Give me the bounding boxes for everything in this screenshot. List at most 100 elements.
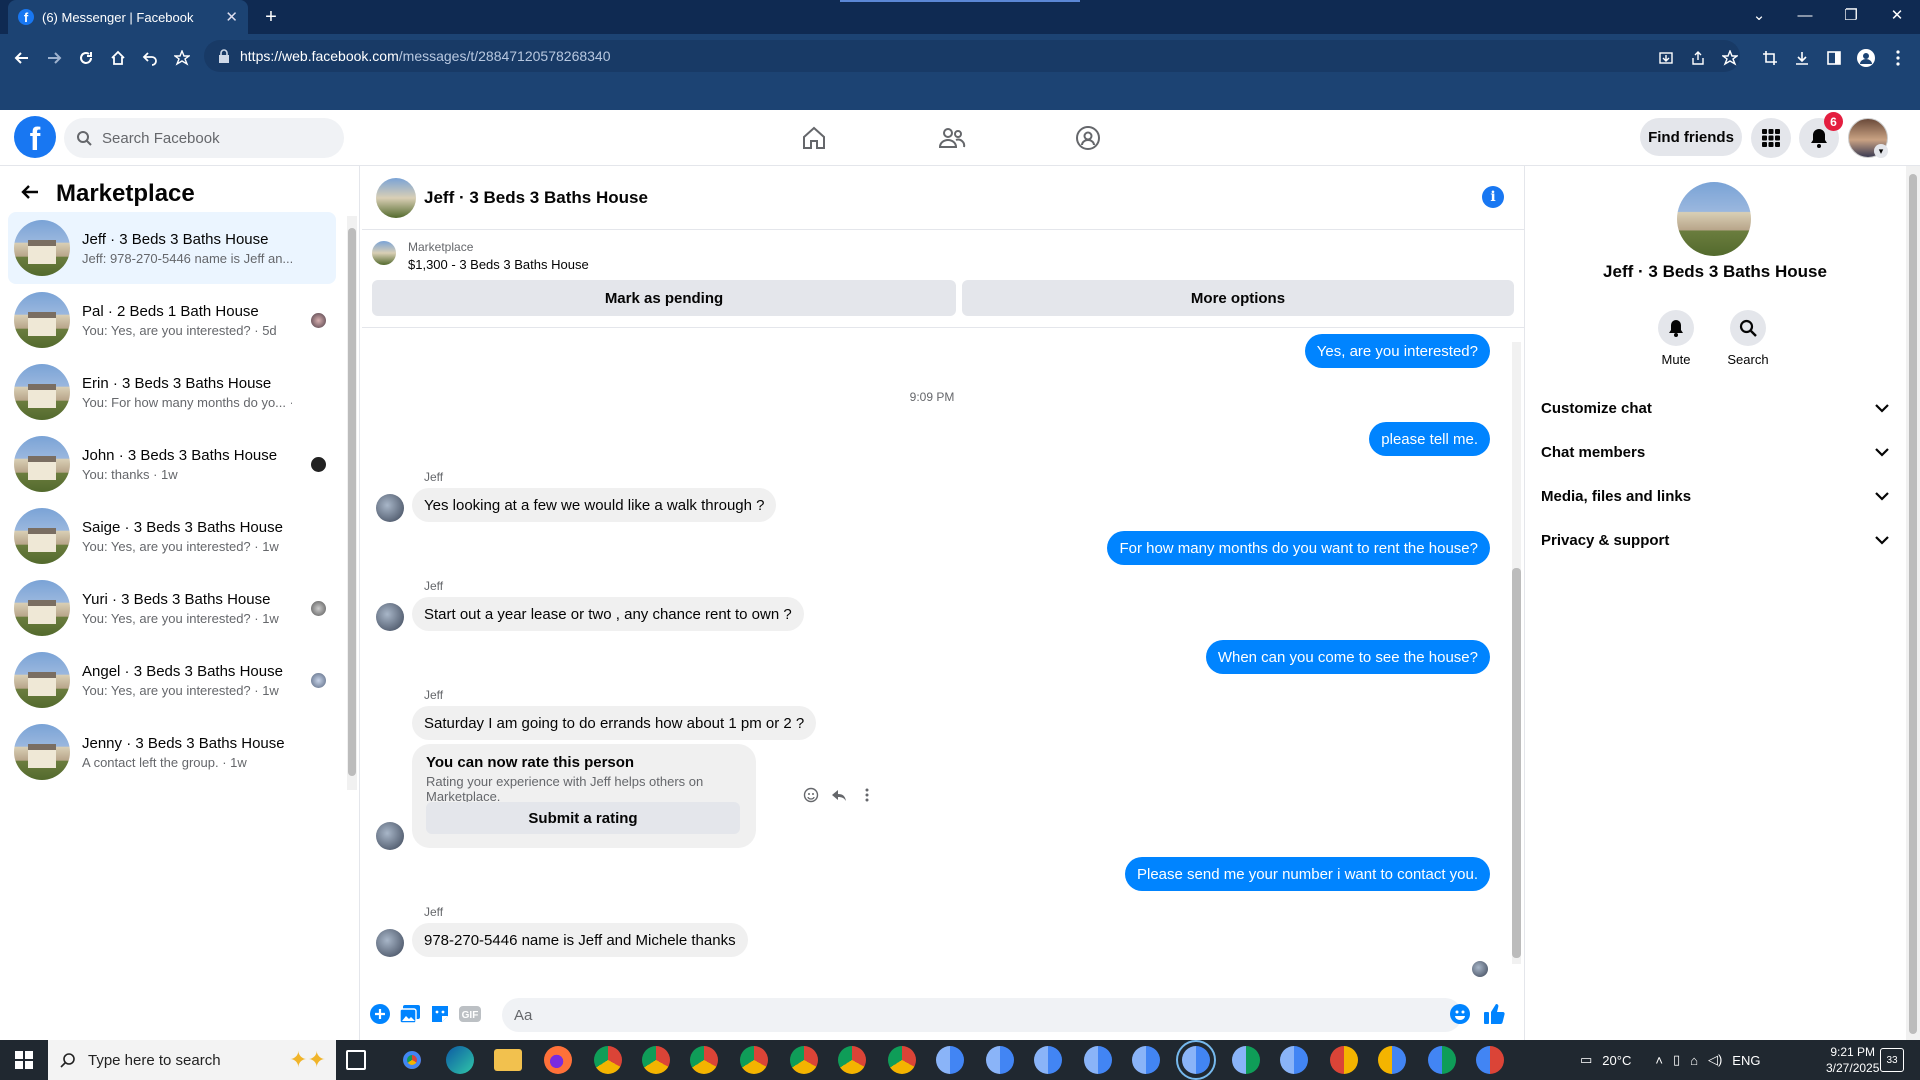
share-icon[interactable] bbox=[1684, 44, 1712, 72]
firefox-app-icon[interactable] bbox=[544, 1046, 572, 1074]
task-view-icon[interactable] bbox=[346, 1050, 366, 1070]
friends-nav-button[interactable] bbox=[932, 120, 972, 156]
screenshot-crop-icon[interactable] bbox=[1756, 44, 1784, 72]
minimize-button[interactable]: — bbox=[1782, 0, 1828, 30]
listing-price-title[interactable]: $1,300 - 3 Beds 3 Baths House bbox=[408, 257, 589, 272]
chrome-profile-icon[interactable] bbox=[1330, 1046, 1358, 1074]
chat-item-yuri[interactable]: Yuri · 3 Beds 3 Baths House You: Yes, ar… bbox=[8, 572, 336, 644]
scrollbar-thumb[interactable] bbox=[1512, 568, 1521, 958]
weather-icon[interactable]: ▭ bbox=[1580, 1052, 1592, 1068]
outgoing-message[interactable]: Please send me your number i want to con… bbox=[1124, 857, 1490, 891]
back-button[interactable] bbox=[8, 44, 36, 72]
undo-button[interactable] bbox=[136, 44, 164, 72]
chat-item-jeff[interactable]: Jeff · 3 Beds 3 Baths House Jeff: 978-27… bbox=[8, 212, 336, 284]
chrome-profile-icon[interactable] bbox=[790, 1046, 818, 1074]
battery-icon[interactable]: ▯ bbox=[1673, 1052, 1680, 1068]
browser-tab-active[interactable]: f (6) Messenger | Facebook ✕ bbox=[8, 0, 248, 34]
incoming-message[interactable]: Yes looking at a few we would like a wal… bbox=[412, 488, 777, 522]
privacy-support-section[interactable]: Privacy & support bbox=[1541, 522, 1889, 558]
file-explorer-icon[interactable] bbox=[494, 1049, 522, 1071]
chrome-profile-icon[interactable] bbox=[642, 1046, 670, 1074]
sender-avatar[interactable] bbox=[376, 603, 404, 631]
listing-thumbnail[interactable] bbox=[372, 241, 396, 265]
chat-item-jenny[interactable]: Jenny · 3 Beds 3 Baths House A contact l… bbox=[8, 716, 336, 788]
downloads-icon[interactable] bbox=[1788, 44, 1816, 72]
incoming-message[interactable]: Saturday I am going to do errands how ab… bbox=[412, 706, 817, 740]
reload-button[interactable] bbox=[72, 44, 100, 72]
chrome-profile-icon[interactable] bbox=[740, 1046, 768, 1074]
more-actions-icon[interactable] bbox=[856, 784, 878, 806]
windows-start-icon[interactable] bbox=[0, 1040, 48, 1080]
account-chevron-icon[interactable]: ▾ bbox=[1874, 144, 1888, 158]
install-app-icon[interactable] bbox=[1652, 44, 1680, 72]
chat-item-saige[interactable]: Saige · 3 Beds 3 Baths House You: Yes, a… bbox=[8, 500, 336, 572]
page-scrollbar[interactable] bbox=[1906, 166, 1920, 1040]
incoming-message[interactable]: 978-270-5446 name is Jeff and Michele th… bbox=[412, 923, 748, 957]
chrome-profile-icon[interactable] bbox=[594, 1046, 622, 1074]
emoji-icon[interactable] bbox=[1448, 1002, 1472, 1026]
photo-icon[interactable] bbox=[398, 1002, 422, 1026]
find-friends-button[interactable]: Find friends bbox=[1640, 118, 1742, 156]
back-arrow-icon[interactable] bbox=[20, 182, 40, 202]
chrome-profile-icon[interactable] bbox=[888, 1046, 916, 1074]
taskbar-search-box[interactable]: Type here to search ✦✦ bbox=[48, 1040, 336, 1080]
chat-item-john[interactable]: John · 3 Beds 3 Baths House You: thanks … bbox=[8, 428, 336, 500]
chrome-profile-icon[interactable] bbox=[1232, 1046, 1260, 1074]
chrome-profile-icon[interactable] bbox=[838, 1046, 866, 1074]
more-options-button[interactable]: More options bbox=[962, 280, 1514, 316]
thumbs-up-icon[interactable] bbox=[1482, 1002, 1506, 1026]
sender-avatar[interactable] bbox=[376, 822, 404, 850]
reply-icon[interactable] bbox=[828, 784, 850, 806]
chrome-profile-icon[interactable] bbox=[1084, 1046, 1112, 1074]
home-button[interactable] bbox=[104, 44, 132, 72]
restore-button[interactable]: ❐ bbox=[1828, 0, 1874, 30]
sender-avatar[interactable] bbox=[376, 929, 404, 957]
taskbar-clock[interactable]: 9:21 PM 3/27/2025 bbox=[1826, 1044, 1879, 1076]
outgoing-message[interactable]: When can you come to see the house? bbox=[1205, 640, 1490, 674]
bookmark-page-icon[interactable] bbox=[1716, 44, 1744, 72]
sticker-icon[interactable] bbox=[428, 1002, 452, 1026]
chat-item-angel[interactable]: Angel · 3 Beds 3 Baths House You: Yes, a… bbox=[8, 644, 336, 716]
groups-nav-button[interactable] bbox=[1068, 120, 1108, 156]
home-nav-button[interactable] bbox=[794, 120, 834, 156]
close-window-button[interactable]: ✕ bbox=[1874, 0, 1920, 30]
message-input[interactable] bbox=[502, 998, 1462, 1032]
bookmark-star-button[interactable] bbox=[168, 44, 196, 72]
incoming-message[interactable]: Start out a year lease or two , any chan… bbox=[412, 597, 804, 631]
react-smiley-icon[interactable] bbox=[800, 784, 822, 806]
add-plus-icon[interactable] bbox=[368, 1002, 392, 1026]
chrome-profile-icon[interactable] bbox=[1034, 1046, 1062, 1074]
notification-center-badge[interactable]: 33 bbox=[1880, 1048, 1904, 1072]
volume-icon[interactable]: ◁) bbox=[1708, 1052, 1722, 1068]
chrome-profile-icon[interactable] bbox=[1378, 1046, 1406, 1074]
address-bar[interactable]: https://web.facebook.com /messages/t/288… bbox=[204, 40, 1740, 72]
media-files-links-section[interactable]: Media, files and links bbox=[1541, 478, 1889, 514]
temperature-text[interactable]: 20°C bbox=[1602, 1053, 1631, 1068]
network-icon[interactable]: ⌂ bbox=[1690, 1053, 1698, 1068]
new-tab-button[interactable]: + bbox=[258, 4, 284, 30]
language-indicator[interactable]: ENG bbox=[1732, 1053, 1760, 1068]
chrome-profile-icon[interactable] bbox=[1132, 1046, 1160, 1074]
forward-button[interactable] bbox=[40, 44, 68, 72]
chrome-active-window-icon[interactable] bbox=[1176, 1040, 1216, 1080]
scrollbar-thumb[interactable] bbox=[348, 228, 356, 776]
chrome-profile-icon[interactable] bbox=[690, 1046, 718, 1074]
browser-menu-icon[interactable] bbox=[1884, 44, 1912, 72]
chrome-app-icon[interactable] bbox=[398, 1046, 426, 1074]
conversation-profile-image[interactable] bbox=[1677, 182, 1751, 256]
outgoing-message[interactable]: please tell me. bbox=[1369, 422, 1490, 456]
conversation-title[interactable]: Jeff · 3 Beds 3 Baths House bbox=[424, 188, 648, 208]
chrome-profile-icon[interactable] bbox=[1428, 1046, 1456, 1074]
gif-icon[interactable]: GIF bbox=[458, 1002, 482, 1026]
chats-scrollbar[interactable] bbox=[347, 216, 357, 790]
chrome-profile-icon[interactable] bbox=[1476, 1046, 1504, 1074]
menu-grid-button[interactable] bbox=[1751, 118, 1791, 158]
sender-avatar[interactable] bbox=[376, 494, 404, 522]
edge-app-icon[interactable] bbox=[446, 1046, 474, 1074]
side-panel-icon[interactable] bbox=[1820, 44, 1848, 72]
outgoing-message[interactable]: For how many months do you want to rent … bbox=[1107, 531, 1490, 565]
info-icon[interactable]: i bbox=[1482, 186, 1504, 208]
search-in-conversation-button[interactable]: Search bbox=[1713, 310, 1783, 367]
tab-search-button[interactable]: ⌄ bbox=[1736, 0, 1782, 30]
show-hidden-icons-chevron-icon[interactable]: ˄ bbox=[1655, 1053, 1663, 1068]
